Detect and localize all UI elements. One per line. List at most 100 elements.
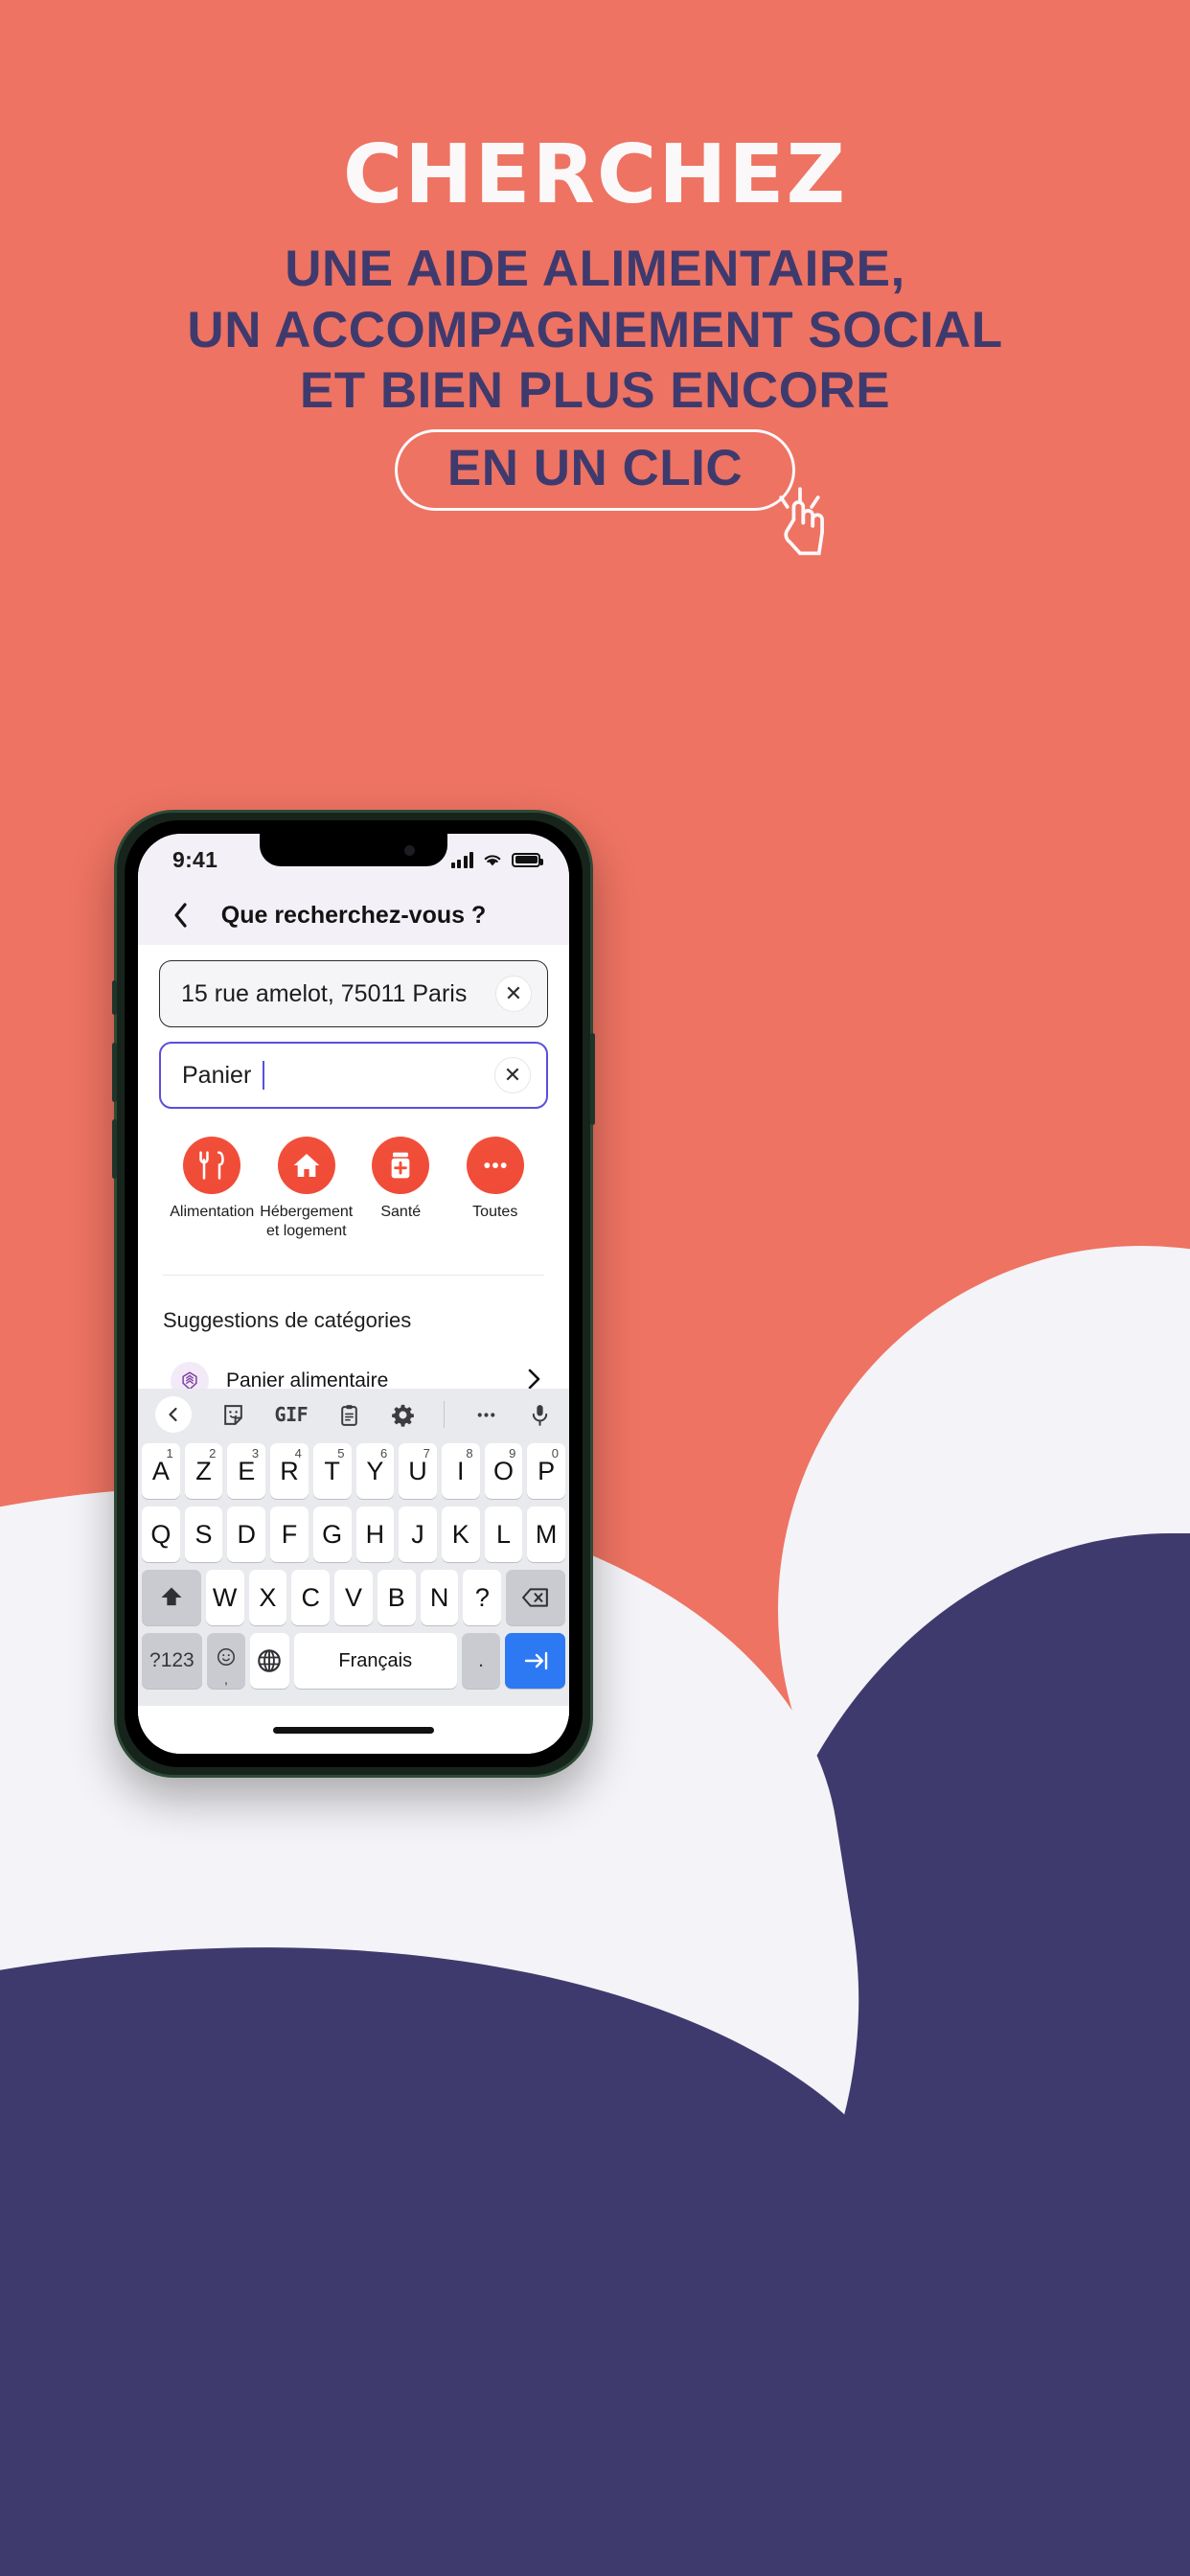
key-M[interactable]: M [527,1506,566,1562]
ellipsis-icon[interactable] [474,1403,498,1427]
key-letter: Y [366,1456,384,1485]
key-letter: A [151,1456,170,1485]
key-G[interactable]: G [312,1506,352,1562]
key-L[interactable]: L [484,1506,523,1562]
suggestion-item-panier-alimentaire[interactable]: Panier alimentaire [159,1333,548,1389]
keyboard-row-1: 1A 2Z 3E 4R 5T 6Y 7U 8I 9O 0P [141,1443,566,1499]
category-sante[interactable]: Santé [354,1137,448,1240]
key-Y[interactable]: 6Y [355,1443,395,1499]
key-P[interactable]: 0P [527,1443,566,1499]
keyboard-toolbar-divider [444,1401,446,1428]
period-key[interactable]: . [461,1633,501,1689]
key-I[interactable]: 8I [441,1443,480,1499]
click-hand-icon [779,487,825,556]
address-input-value: 15 rue amelot, 75011 Paris [181,979,468,1007]
key-letter: O [492,1456,514,1485]
home-icon [293,1154,320,1177]
key-question[interactable]: ? [463,1570,502,1625]
category-hebergement[interactable]: Hébergement et logement [260,1137,355,1240]
key-letter: E [238,1456,256,1485]
key-N[interactable]: N [420,1570,459,1625]
hero-block: CHERCHEZ UNE AIDE ALIMENTAIRE, UN ACCOMP… [0,134,1190,556]
search-clear-button[interactable]: ✕ [494,1057,531,1093]
keyboard-rows: 1A 2Z 3E 4R 5T 6Y 7U 8I 9O 0P Q S D F G … [138,1440,569,1706]
hero-subtitle-line-3: ET BIEN PLUS ENCORE [299,362,891,420]
key-number: 5 [337,1446,345,1460]
numbers-key[interactable]: ?123 [142,1633,202,1689]
key-O[interactable]: 9O [484,1443,523,1499]
key-U[interactable]: 7U [399,1443,437,1499]
language-key[interactable] [250,1633,289,1689]
virtual-keyboard: GIF 1 A 2 Z 3 E 4 R 5 T 6 Y 7 U 8 I 9 O … [138,1389,569,1754]
keyboard-row-4: ?123 , Français . [142,1633,565,1689]
keyboard-row-3: W X C V B N ? [142,1570,565,1625]
key-number: 1 [166,1446,173,1460]
hero-subtitle-line-1: UNE AIDE ALIMENTAIRE, [285,241,905,297]
key-R[interactable]: 4R [270,1443,309,1499]
key-number: 4 [294,1446,302,1460]
category-icon-circle [277,1137,335,1194]
suggestion-label: Panier alimentaire [226,1369,389,1389]
category-icon-circle [183,1137,241,1194]
keyboard-row-2: Q S D F G H J K L M [141,1506,566,1562]
handshake-glyph [182,1371,197,1389]
address-input[interactable]: 15 rue amelot, 75011 Paris ✕ [159,960,548,1027]
gear-icon[interactable] [391,1403,415,1427]
key-X[interactable]: X [248,1570,287,1625]
key-Z[interactable]: 2Z [184,1443,223,1499]
key-number: 8 [466,1446,473,1460]
key-F[interactable]: F [270,1506,309,1562]
phone-screen: 9:41 Que recherchez-vous ? 15 rue amelot… [138,834,569,1754]
key-H[interactable]: H [355,1506,395,1562]
key-D[interactable]: D [227,1506,266,1562]
key-C[interactable]: C [291,1570,331,1625]
emoji-key[interactable]: , [206,1633,246,1689]
address-clear-button[interactable]: ✕ [495,976,532,1012]
tab-next-icon [524,1651,547,1670]
enter-key[interactable] [505,1633,565,1689]
globe-icon [258,1649,282,1672]
category-label: Santé [380,1204,422,1220]
key-K[interactable]: K [441,1506,480,1562]
cellular-signal-icon [450,851,473,868]
key-V[interactable]: V [334,1570,373,1625]
back-button[interactable] [161,902,199,929]
search-input[interactable]: Panier ✕ [159,1042,548,1109]
ellipsis-icon [484,1162,507,1168]
category-icon-circle [372,1137,430,1194]
clipboard-icon[interactable] [337,1403,361,1427]
wifi-icon [484,854,501,865]
front-camera-icon [404,845,415,856]
phone-mute-switch [112,980,117,1015]
section-divider [163,1275,544,1276]
category-label: Hébergement et logement [260,1204,354,1239]
phone-bezel: 9:41 Que recherchez-vous ? 15 rue amelot… [125,820,583,1767]
home-indicator[interactable] [273,1726,434,1734]
phone-power-button [590,1033,595,1125]
key-S[interactable]: S [184,1506,223,1562]
backspace-key[interactable] [506,1570,565,1625]
home-indicator-zone [138,1706,569,1754]
key-number: 7 [423,1446,430,1460]
shift-key[interactable] [142,1570,201,1625]
key-T[interactable]: 5T [312,1443,352,1499]
hero-subtitle-line-2: UN ACCOMPAGNEMENT SOCIAL [187,301,1003,358]
key-Q[interactable]: Q [141,1506,180,1562]
key-A[interactable]: 1A [141,1443,180,1499]
key-number: 0 [551,1446,560,1460]
gif-icon[interactable]: GIF [275,1403,309,1426]
category-alimentation[interactable]: Alimentation [165,1137,260,1240]
key-E[interactable]: 3E [227,1443,266,1499]
category-toutes[interactable]: Toutes [448,1137,543,1240]
key-J[interactable]: J [399,1506,437,1562]
microphone-icon[interactable] [528,1403,552,1427]
key-W[interactable]: W [205,1570,244,1625]
key-number: 6 [379,1446,388,1460]
phone-notch [260,834,447,866]
cutlery-icon [199,1151,224,1180]
category-icon-circle [466,1137,524,1194]
keyboard-back-icon[interactable] [155,1396,192,1433]
key-B[interactable]: B [377,1570,416,1625]
space-key[interactable]: Français [293,1633,457,1689]
sticker-icon[interactable] [221,1403,245,1427]
